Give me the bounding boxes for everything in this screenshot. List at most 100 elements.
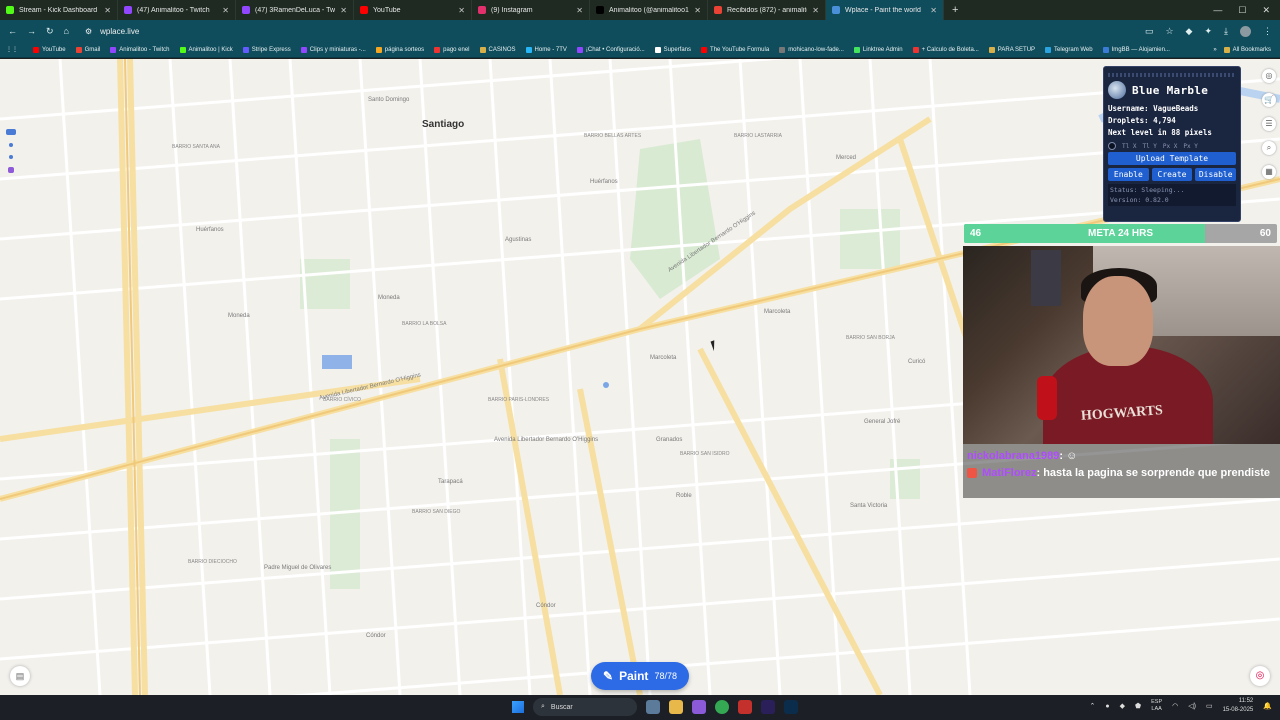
bookmark-item[interactable]: The YouTube Formula: [698, 46, 772, 53]
premiere-icon[interactable]: [761, 700, 775, 714]
profile-avatar[interactable]: [1240, 25, 1251, 37]
browser-tab[interactable]: Stream - Kick Dashboard ✕: [0, 0, 118, 20]
coords-pin-icon[interactable]: [1108, 142, 1116, 150]
close-tab-icon[interactable]: ✕: [104, 6, 111, 15]
tray-chevron-icon[interactable]: ⌃: [1090, 702, 1096, 710]
volume-icon[interactable]: ◁): [1188, 702, 1196, 710]
bookmark-item[interactable]: ImgBB — Alojamien...: [1100, 46, 1173, 53]
widgets-icon[interactable]: [646, 700, 660, 714]
browser-tab[interactable]: (47) 3RamenDeLuca - Twitch ✕: [236, 0, 354, 20]
bookmark-star-icon[interactable]: ☆: [1165, 26, 1173, 37]
photoshop-icon[interactable]: [784, 700, 798, 714]
close-tab-icon[interactable]: ✕: [222, 6, 229, 15]
language-code: ESP: [1151, 699, 1163, 705]
close-tab-icon[interactable]: ✕: [812, 6, 819, 15]
new-tab-button[interactable]: +: [944, 4, 966, 16]
bookmark-item[interactable]: Animalitoo - Twitch: [107, 46, 172, 53]
chrome-icon[interactable]: [715, 700, 729, 714]
bookmark-item[interactable]: mohicano-low-fade...: [776, 46, 847, 53]
close-tab-icon[interactable]: ✕: [458, 6, 465, 15]
info-button[interactable]: ▤: [10, 666, 30, 686]
bookmark-item[interactable]: CASINOS: [477, 46, 519, 53]
browser-tab[interactable]: Animalitoo (@animalitoo1) | Ti ✕: [590, 0, 708, 20]
map-tool-icon[interactable]: [8, 167, 14, 173]
upload-template-button[interactable]: Upload Template: [1108, 152, 1236, 165]
bookmark-item[interactable]: pago enel: [431, 46, 472, 53]
map-tool-icon[interactable]: [9, 155, 13, 159]
tile-y-input[interactable]: Tl Y: [1142, 143, 1156, 150]
close-window-icon[interactable]: ✕: [1262, 5, 1270, 16]
browser-tab[interactable]: Recibidos (872) - animalitoo.st ✕: [708, 0, 826, 20]
downloads-icon[interactable]: ⤓: [1224, 26, 1228, 37]
forward-icon[interactable]: →: [27, 26, 36, 36]
bookmark-item[interactable]: Home - 7TV: [523, 46, 570, 53]
bookmark-item[interactable]: Linktree Admin: [851, 46, 906, 53]
app-icon[interactable]: [692, 700, 706, 714]
tray-app-icon[interactable]: ◆: [1120, 702, 1125, 710]
reload-icon[interactable]: ↻: [46, 26, 54, 37]
search-icon[interactable]: ⌕: [1262, 141, 1276, 155]
bookmark-item[interactable]: YouTube: [30, 46, 69, 53]
close-tab-icon[interactable]: ✕: [930, 6, 937, 15]
wifi-icon[interactable]: ◠: [1172, 702, 1178, 710]
file-explorer-icon[interactable]: [669, 700, 683, 714]
paint-button[interactable]: ✎ Paint 78/78: [591, 662, 689, 690]
menu-icon[interactable]: ⋮: [1263, 26, 1272, 37]
enable-button[interactable]: Enable: [1108, 168, 1149, 181]
panel-drag-handle[interactable]: [1108, 73, 1236, 77]
bookmark-item[interactable]: + Calculo de Boleta...: [910, 46, 982, 53]
stats-icon[interactable]: ▦: [1262, 165, 1276, 179]
extension-icon[interactable]: ◆: [1186, 26, 1193, 37]
tray-app-icon[interactable]: ⬟: [1135, 702, 1141, 710]
wplace-logo-icon[interactable]: ◎: [1262, 69, 1276, 83]
bookmarks-overflow-icon[interactable]: »: [1213, 47, 1216, 53]
bookmark-item[interactable]: ¡Chat • Configuració...: [574, 46, 648, 53]
bookmark-item[interactable]: Gmail: [73, 46, 104, 53]
language-indicator[interactable]: ESP LAA: [1151, 699, 1162, 713]
create-button[interactable]: Create: [1151, 168, 1193, 181]
tray-app-icon[interactable]: ●: [1105, 703, 1109, 710]
disable-button[interactable]: Disable: [1195, 168, 1237, 181]
back-icon[interactable]: ←: [8, 26, 17, 36]
maximize-icon[interactable]: ☐: [1238, 5, 1246, 16]
url-field[interactable]: ⚙ wplace.live: [85, 27, 139, 36]
browser-tab[interactable]: (47) Animalitoo - Twitch ✕: [118, 0, 236, 20]
map-tool-icon[interactable]: [9, 143, 13, 147]
bookmark-item[interactable]: página sorteos: [373, 46, 427, 53]
battery-icon[interactable]: ▭: [1206, 702, 1213, 710]
map-tool-icon[interactable]: [6, 129, 16, 135]
leaderboard-icon[interactable]: ☰: [1262, 117, 1276, 131]
bookmark-item[interactable]: Clips y miniaturas -...: [298, 46, 369, 53]
cart-icon[interactable]: 🛒: [1262, 93, 1276, 107]
site-info-icon[interactable]: ⚙: [85, 27, 92, 36]
bookmark-item[interactable]: Animalitoo | Kick: [177, 46, 236, 53]
minimize-icon[interactable]: —: [1213, 5, 1222, 15]
taskbar-search[interactable]: ⌕ Buscar: [533, 698, 637, 716]
close-tab-icon[interactable]: ✕: [576, 6, 583, 15]
obs-icon[interactable]: [738, 700, 752, 714]
clock[interactable]: 11:52 15-08-2025: [1223, 697, 1254, 715]
notification-icon[interactable]: 🔔: [1263, 702, 1272, 710]
pixel-y-input[interactable]: Px Y: [1183, 143, 1197, 150]
browser-tab[interactable]: Wplace - Paint the world ✕: [826, 0, 944, 20]
bookmark-item[interactable]: Telegram Web: [1042, 46, 1096, 53]
browser-tab[interactable]: (9) Instagram ✕: [472, 0, 590, 20]
map-barrio-label: BARRIO DIECIOCHO: [188, 559, 237, 565]
extensions-puzzle-icon[interactable]: ✦: [1204, 26, 1212, 37]
apps-grid-icon[interactable]: ⋮⋮: [6, 46, 18, 53]
pixel-x-input[interactable]: Px X: [1163, 143, 1177, 150]
bookmark-item[interactable]: PARA SETUP: [986, 46, 1038, 53]
bookmark-item[interactable]: Superfans: [652, 46, 694, 53]
tab-favicon-icon: [714, 6, 722, 14]
home-icon[interactable]: ⌂: [64, 26, 69, 36]
all-bookmarks-folder[interactable]: All Bookmarks: [1221, 46, 1274, 53]
cast-icon[interactable]: ▭: [1145, 26, 1154, 37]
map-street-label: Marcoleta: [650, 355, 677, 361]
close-tab-icon[interactable]: ✕: [694, 6, 701, 15]
start-menu-icon[interactable]: [512, 701, 524, 713]
browser-tab[interactable]: YouTube ✕: [354, 0, 472, 20]
close-tab-icon[interactable]: ✕: [340, 6, 347, 15]
bookmark-item[interactable]: Stripe Express: [240, 46, 294, 53]
locate-button[interactable]: ◎: [1250, 666, 1270, 686]
tile-x-input[interactable]: Tl X: [1122, 143, 1136, 150]
